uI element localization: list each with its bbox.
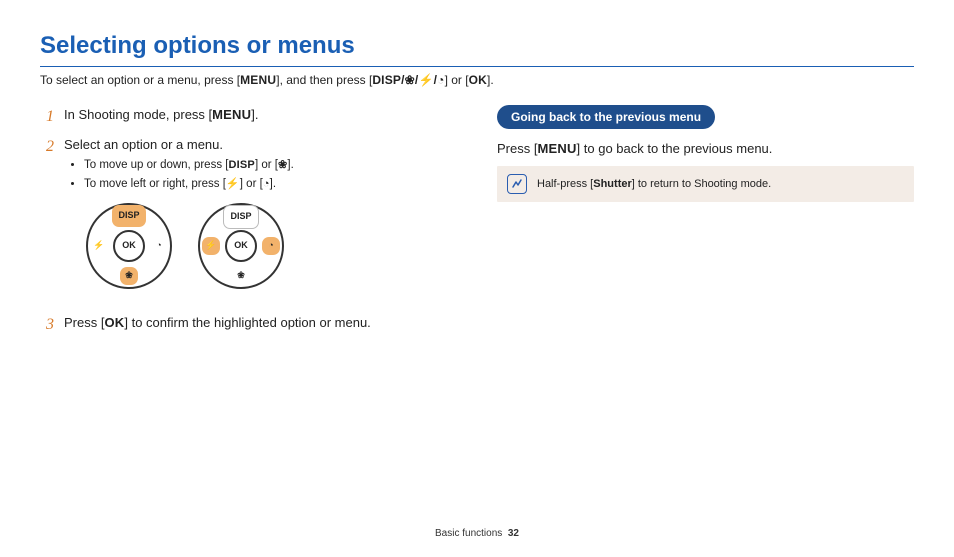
menu-label: MENU	[240, 73, 276, 87]
t: Half-press [	[537, 178, 593, 190]
dpad-updown: DISP ⚡ ◔ ❀ OK	[86, 203, 172, 289]
ok-button: OK	[113, 230, 145, 262]
footer-page: 32	[508, 528, 519, 539]
section-pill: Going back to the previous menu	[497, 105, 715, 129]
step-3: 3 Press [OK] to confirm the highlighted …	[40, 313, 457, 337]
flash-icon: ⚡	[202, 237, 220, 255]
intro-b: ], and then press [	[276, 73, 372, 87]
step2-a: Select an option or a menu.	[64, 137, 223, 152]
disp-label: DISP	[228, 159, 254, 171]
step-2: 2 Select an option or a menu. To move up…	[40, 135, 457, 307]
intro-text: To select an option or a menu, press [ME…	[40, 73, 914, 87]
t: ] or [	[240, 178, 263, 190]
ok-label: OK	[469, 73, 487, 87]
dpad-leftright: DISP ⚡ ◔ ❀ OK	[198, 203, 284, 289]
intro-a: To select an option or a menu, press [	[40, 73, 240, 87]
t: To move left or right, press [	[84, 178, 226, 190]
step-number: 3	[40, 313, 54, 337]
step-number: 1	[40, 105, 54, 129]
step3-b: ] to confirm the highlighted option or m…	[124, 315, 370, 330]
dirs-label: DISP/❀/⚡/◔	[372, 73, 444, 87]
title-rule	[40, 66, 914, 67]
t: Press [	[497, 141, 537, 156]
step1-b: ].	[251, 107, 258, 122]
step2-bullet-1: To move up or down, press [DISP] or [❀].	[84, 157, 457, 174]
step-1: 1 In Shooting mode, press [MENU].	[40, 105, 457, 129]
ok-label: OK	[104, 315, 124, 330]
step3-a: Press [	[64, 315, 104, 330]
step2-bullet-2: To move left or right, press [⚡] or [◔].	[84, 176, 457, 193]
t: ].	[270, 178, 276, 190]
intro-d: ].	[487, 73, 494, 87]
disp-button: DISP	[112, 205, 146, 227]
right-column: Going back to the previous menu Press [M…	[497, 105, 914, 343]
menu-label: MENU	[537, 141, 576, 156]
step1-a: In Shooting mode, press [	[64, 107, 212, 122]
back-text: Press [MENU] to go back to the previous …	[497, 141, 914, 156]
timer-icon: ◔	[263, 178, 270, 190]
page-footer: Basic functions 32	[0, 528, 954, 539]
intro-c: ] or [	[445, 73, 469, 87]
disp-button: DISP	[223, 205, 259, 229]
note-text: Half-press [Shutter] to return to Shooti…	[537, 178, 771, 190]
menu-label: MENU	[212, 107, 251, 122]
macro-icon: ❀	[232, 267, 250, 285]
flash-icon: ⚡	[226, 178, 240, 190]
ok-button: OK	[225, 230, 257, 262]
dpad-diagrams: DISP ⚡ ◔ ❀ OK DISP ⚡ ◔ ❀	[86, 203, 457, 289]
t: ] or [	[255, 159, 278, 171]
macro-icon: ❀	[278, 159, 287, 171]
page-title: Selecting options or menus	[40, 32, 914, 60]
flash-icon: ⚡	[90, 237, 108, 255]
note-box: Half-press [Shutter] to return to Shooti…	[497, 166, 914, 202]
t: ] to go back to the previous menu.	[577, 141, 773, 156]
t: To move up or down, press [	[84, 159, 228, 171]
timer-icon: ◔	[262, 237, 280, 255]
timer-icon: ◔	[150, 237, 168, 255]
note-icon	[507, 174, 527, 194]
macro-icon: ❀	[120, 267, 138, 285]
t: ] to return to Shooting mode.	[632, 178, 771, 190]
shutter-label: Shutter	[593, 178, 632, 190]
footer-section: Basic functions	[435, 528, 502, 539]
step-number: 2	[40, 135, 54, 307]
t: ].	[287, 159, 293, 171]
left-column: 1 In Shooting mode, press [MENU]. 2 Sele…	[40, 105, 457, 343]
